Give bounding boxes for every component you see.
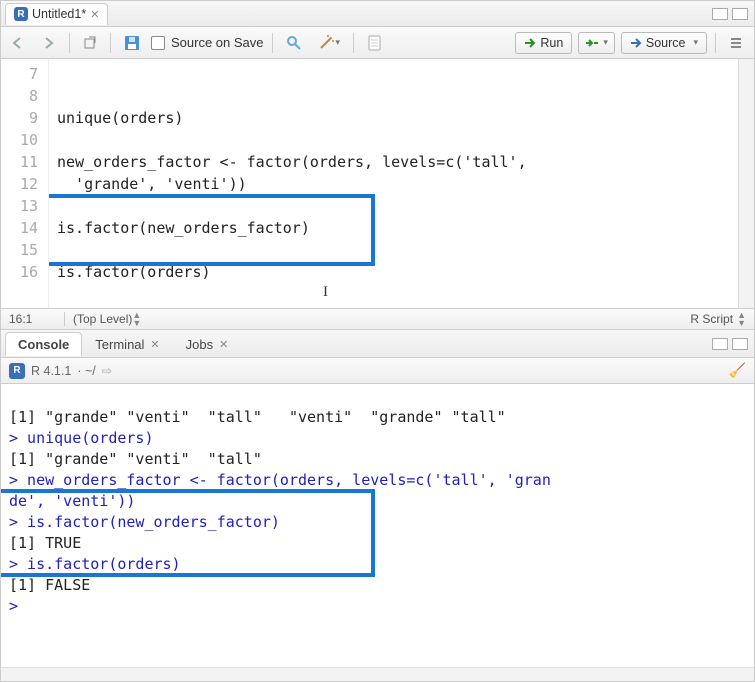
maximize-console-icon[interactable] (732, 338, 748, 350)
r-version-label: R 4.1.1 (31, 364, 71, 378)
notebook-button[interactable] (362, 32, 386, 54)
editor-tabbar: R Untitled1* ✕ (1, 1, 754, 27)
tab-console[interactable]: Console (5, 332, 82, 356)
run-arrow-icon (524, 37, 536, 49)
rerun-icon (585, 37, 599, 49)
editor-tab-untitled[interactable]: R Untitled1* ✕ (5, 3, 108, 25)
find-button[interactable] (281, 32, 307, 54)
working-dir-label: · ~/ (77, 364, 95, 378)
back-button[interactable] (7, 32, 31, 54)
r-file-icon: R (14, 7, 28, 21)
popout-button[interactable] (78, 32, 102, 54)
cursor-position: 16:1 (9, 312, 65, 326)
scope-updown-icon[interactable]: ▲▼ (132, 311, 141, 327)
close-tab-icon[interactable]: ✕ (90, 8, 99, 21)
wand-button[interactable]: ▾ (313, 32, 346, 54)
console-line: [1] "grande" "venti" "tall" "venti" "gra… (9, 408, 506, 426)
save-button[interactable] (119, 32, 145, 54)
source-on-save-label: Source on Save (171, 35, 264, 50)
console-line: de', 'venti')) (9, 492, 135, 510)
text-caret: I (323, 281, 328, 303)
source-label: Source (646, 36, 686, 50)
close-terminal-icon[interactable]: ✕ (150, 338, 159, 351)
close-jobs-icon[interactable]: ✕ (219, 338, 228, 351)
editor-statusbar: 16:1 (Top Level) ▲▼ R Script ▲▼ (1, 308, 754, 330)
console-line: > unique(orders) (9, 429, 154, 447)
tab-terminal[interactable]: Terminal ✕ (82, 332, 172, 356)
editor-vertical-scrollbar[interactable] (738, 59, 754, 308)
editor-tab-title: Untitled1* (32, 7, 86, 21)
console-line: [1] TRUE (9, 534, 81, 552)
maximize-pane-icon[interactable] (732, 8, 748, 20)
source-on-save-checkbox[interactable] (151, 36, 165, 50)
source-editor[interactable]: 7 8 9 10 11 12 13 14 15 16 unique(orders… (1, 59, 754, 308)
forward-button[interactable] (37, 32, 61, 54)
goto-dir-icon[interactable]: ⇨ (102, 363, 112, 378)
filetype-selector[interactable]: R Script (690, 312, 733, 326)
console-header: R R 4.1.1 · ~/ ⇨ 🧹 (1, 358, 754, 384)
source-button[interactable]: Source ▾ (621, 32, 707, 54)
console-output[interactable]: [1] "grande" "venti" "tall" "venti" "gra… (1, 384, 754, 667)
outline-button[interactable] (724, 32, 748, 54)
tab-jobs[interactable]: Jobs ✕ (173, 332, 242, 356)
code-area[interactable]: unique(orders) new_orders_factor <- fact… (49, 59, 738, 308)
scope-selector[interactable]: (Top Level) (73, 312, 132, 326)
r-logo-icon: R (9, 363, 25, 379)
clear-console-icon[interactable]: 🧹 (729, 362, 746, 379)
console-tabbar: Console Terminal ✕ Jobs ✕ (1, 330, 754, 358)
console-line: > is.factor(new_orders_factor) (9, 513, 280, 531)
minimize-console-icon[interactable] (712, 338, 728, 350)
source-arrow-icon (630, 37, 642, 49)
editor-toolbar: Source on Save ▾ Run ▾ Source ▾ (1, 27, 754, 59)
console-line: [1] "grande" "venti" "tall" (9, 450, 262, 468)
run-label: Run (540, 36, 563, 50)
console-line: [1] FALSE (9, 576, 90, 594)
run-button[interactable]: Run (515, 32, 572, 54)
console-prompt[interactable]: > (9, 597, 18, 615)
console-horizontal-scrollbar[interactable] (1, 667, 754, 681)
rerun-button[interactable]: ▾ (578, 32, 615, 54)
console-line: > is.factor(orders) (9, 555, 181, 573)
minimize-pane-icon[interactable] (712, 8, 728, 20)
line-gutter: 7 8 9 10 11 12 13 14 15 16 (1, 59, 49, 308)
console-line: > new_orders_factor <- factor(orders, le… (9, 471, 551, 489)
filetype-updown-icon[interactable]: ▲▼ (737, 311, 746, 327)
